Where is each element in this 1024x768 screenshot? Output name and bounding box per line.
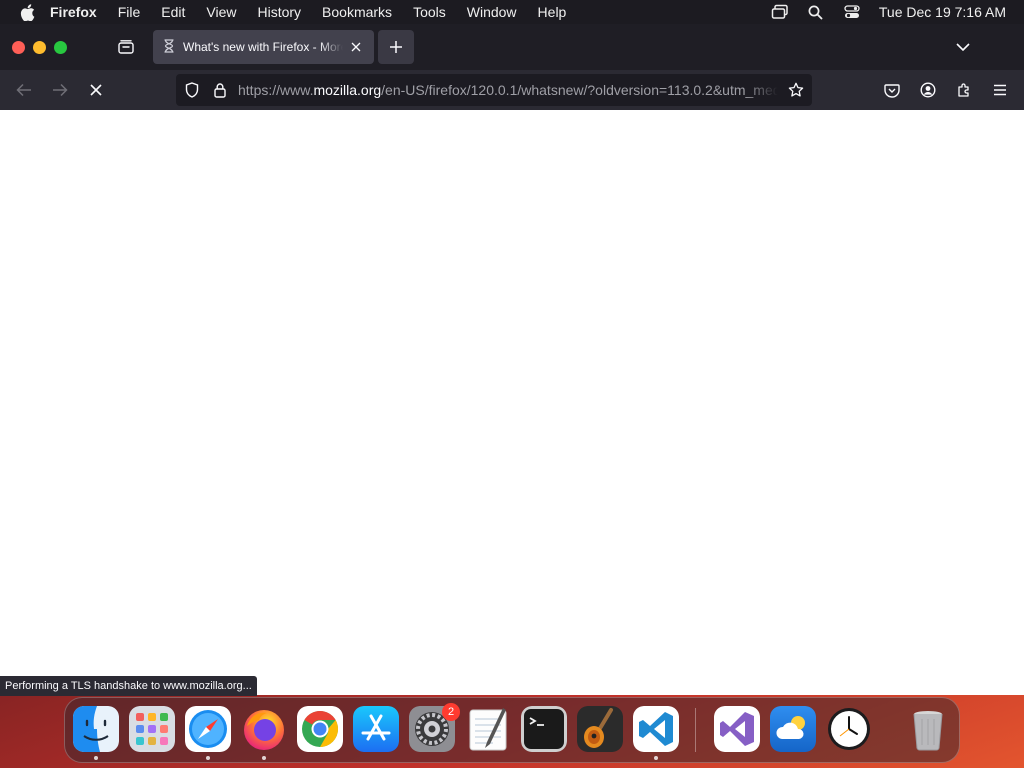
- menu-bookmarks[interactable]: Bookmarks: [322, 4, 392, 20]
- dock-weather[interactable]: [770, 706, 816, 752]
- dock-safari[interactable]: [185, 706, 231, 752]
- menu-tools[interactable]: Tools: [413, 4, 446, 20]
- dock-terminal[interactable]: [521, 706, 567, 752]
- running-indicator: [262, 756, 266, 760]
- minimize-window-button[interactable]: [33, 40, 46, 54]
- menu-window[interactable]: Window: [467, 4, 517, 20]
- chevron-down-icon[interactable]: [954, 38, 972, 56]
- url-host: mozilla.org: [313, 82, 382, 98]
- spotlight-search-icon[interactable]: [807, 3, 825, 21]
- zoom-window-button[interactable]: [54, 40, 67, 54]
- plus-icon: [390, 41, 402, 53]
- stop-icon[interactable]: [86, 80, 106, 100]
- menu-history[interactable]: History: [257, 4, 301, 20]
- close-window-button[interactable]: [12, 40, 25, 54]
- close-icon[interactable]: [348, 39, 364, 55]
- dock-firefox[interactable]: [241, 706, 287, 752]
- dock-google-chrome[interactable]: [297, 706, 343, 752]
- loading-hourglass-icon: [163, 38, 175, 56]
- notification-badge: 2: [442, 703, 460, 721]
- dock-app-store[interactable]: [353, 706, 399, 752]
- running-indicator: [654, 756, 658, 760]
- url-prefix: https://www.: [238, 82, 314, 98]
- dock-finder[interactable]: [73, 706, 119, 752]
- tab-title: What's new with Firefox - More: [183, 40, 343, 54]
- dock-visual-studio-code[interactable]: [633, 706, 679, 752]
- dock: 2: [64, 697, 960, 763]
- pocket-icon[interactable]: [882, 80, 902, 100]
- firefox-view-icon[interactable]: [116, 37, 136, 57]
- menubar-clock[interactable]: Tue Dec 19 7:16 AM: [879, 4, 1006, 20]
- extensions-icon[interactable]: [954, 80, 974, 100]
- running-indicator: [206, 756, 210, 760]
- forward-arrow-icon[interactable]: [50, 80, 70, 100]
- status-panel: Performing a TLS handshake to www.mozill…: [0, 676, 257, 696]
- dock-textedit[interactable]: [465, 706, 511, 752]
- lock-icon[interactable]: [211, 81, 229, 99]
- new-tab-button[interactable]: [378, 30, 414, 64]
- running-indicator: [94, 756, 98, 760]
- menu-bar: Firefox File Edit View History Bookmarks…: [0, 0, 1024, 24]
- url-text[interactable]: https://www.mozilla.org/en-US/firefox/12…: [238, 82, 778, 98]
- dock-separator: [695, 708, 696, 752]
- screen-mirroring-icon[interactable]: [771, 3, 789, 21]
- menu-view[interactable]: View: [206, 4, 236, 20]
- back-arrow-icon[interactable]: [14, 80, 34, 100]
- window-controls: [12, 40, 67, 54]
- page-content-area[interactable]: [0, 110, 1024, 695]
- account-icon[interactable]: [918, 80, 938, 100]
- tab-whats-new[interactable]: What's new with Firefox - More: [153, 30, 374, 64]
- shield-icon[interactable]: [183, 81, 201, 99]
- navigation-toolbar: https://www.mozilla.org/en-US/firefox/12…: [0, 70, 1024, 110]
- control-center-icon[interactable]: [843, 3, 861, 21]
- hamburger-menu-icon[interactable]: [990, 80, 1010, 100]
- dock-launchpad[interactable]: [129, 706, 175, 752]
- tab-strip: What's new with Firefox - More: [0, 24, 1024, 70]
- menu-app-firefox[interactable]: Firefox: [50, 4, 97, 20]
- dock-visual-studio[interactable]: [714, 706, 760, 752]
- menu-edit[interactable]: Edit: [161, 4, 185, 20]
- dock-garageband[interactable]: [577, 706, 623, 752]
- url-path: /en-US/firefox/120.0.1/whatsnew/?oldvers…: [381, 82, 778, 98]
- menu-help[interactable]: Help: [538, 4, 567, 20]
- star-icon[interactable]: [787, 81, 805, 99]
- menu-file[interactable]: File: [118, 4, 141, 20]
- dock-trash[interactable]: [905, 706, 951, 752]
- apple-logo-icon[interactable]: [18, 3, 36, 21]
- dock-clock[interactable]: [826, 706, 872, 752]
- url-bar[interactable]: https://www.mozilla.org/en-US/firefox/12…: [176, 74, 812, 106]
